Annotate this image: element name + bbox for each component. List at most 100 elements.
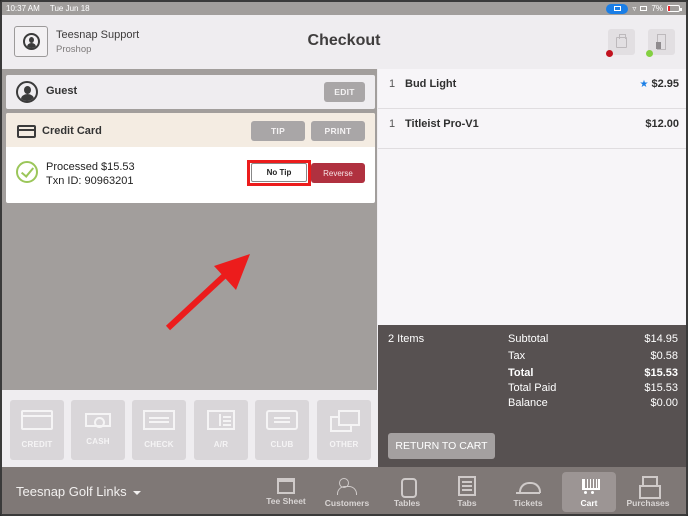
credit-card-icon [17,125,36,138]
club-ticket-icon [266,410,298,430]
status-date: Tue Jun 18 [49,4,90,13]
app-frame: 10:37 AM Tue Jun 18 ▿ 7% Teesnap Support… [0,0,688,516]
nav-tabs[interactable]: Tabs [440,472,494,512]
summary-label: Tax [508,350,526,362]
cash-drawer-icon [656,34,666,50]
wifi-icon: ▿ [632,4,637,13]
check-circle-icon [16,161,38,183]
nav-label: Tee Sheet [266,496,306,506]
tender-label: CLUB [270,440,294,449]
battery-percent: 7% [651,4,663,13]
screen-mirror-icon [640,6,648,11]
summary-row-subtotal: Subtotal $14.95 [508,333,678,345]
reverse-button[interactable]: Reverse [311,163,365,183]
star-icon: ★ [639,79,649,90]
tender-credit-button[interactable]: CREDIT [10,400,64,460]
tender-label: A/R [213,440,229,449]
nav-label: Customers [324,498,370,508]
nav-label: Cart [580,498,598,508]
nav-tickets[interactable]: Tickets [501,472,555,512]
no-tip-button[interactable]: No Tip [251,163,307,182]
order-summary: 2 Items Subtotal $14.95 Tax $0.58 Total … [378,325,686,467]
annotation-arrow-icon [165,254,250,331]
printer-status-dot [606,50,613,57]
nav-label: Tickets [513,498,543,508]
bottom-nav: Teesnap Golf Links Tee Sheet Customers T… [2,467,686,514]
drawer-status-dot [646,50,653,57]
item-name: Titleist Pro-V1 [405,118,479,130]
tender-ar-button[interactable]: A/R [194,400,248,460]
cart-icon [579,476,600,496]
summary-value: $0.00 [650,397,678,409]
tender-label: CREDIT [21,440,53,449]
tender-label: CASH [86,437,110,446]
summary-row-tax: Tax $0.58 [508,350,678,362]
guest-avatar-icon [16,81,38,103]
tender-label: CHECK [144,440,174,449]
cart-panel: 1 Bud Light ★ $2.95 1 Titleist Pro-V1 $12… [378,69,686,467]
item-price-wrap: ★ $2.95 [640,78,680,90]
items-count: 2 Items [388,333,425,345]
print-button[interactable]: PRINT [311,121,365,141]
edit-guest-button[interactable]: EDIT [324,82,365,102]
nav-tee-sheet[interactable]: Tee Sheet [259,472,313,512]
processed-amount: Processed $15.53 [46,161,135,173]
chevron-down-icon [132,490,141,495]
tender-other-button[interactable]: OTHER [317,400,371,460]
cart-line-item[interactable]: 1 Bud Light ★ $2.95 [378,69,686,109]
airplay-icon [606,3,629,14]
item-name: Bud Light [405,78,457,90]
item-price: $12.00 [645,118,679,130]
cash-icon [85,413,111,428]
guest-label: Guest [46,85,78,97]
venue-selector[interactable]: Teesnap Golf Links [16,484,141,499]
tender-label: OTHER [329,440,359,449]
nav-label: Purchases [626,498,670,508]
summary-row-total-paid: Total Paid $15.53 [508,382,678,394]
item-qty: 1 [389,78,396,90]
tables-icon [397,476,417,498]
nav-label: Tables [393,498,421,508]
customers-icon [337,476,357,496]
summary-label: Total [508,367,534,379]
transaction-id: Txn ID: 90963201 [46,175,134,187]
venue-name: Teesnap Golf Links [16,484,127,499]
header: Teesnap Support Proshop Checkout [2,15,686,69]
summary-label: Balance [508,397,548,409]
tender-cash-button[interactable]: CASH [71,400,125,460]
calendar-icon [277,478,295,494]
tender-club-button[interactable]: CLUB [255,400,309,460]
nav-tables[interactable]: Tables [380,472,434,512]
summary-row-total: Total $15.53 [508,367,678,379]
summary-label: Subtotal [508,333,549,345]
other-payment-icon [328,410,360,432]
transaction-info: Processed $15.53 Txn ID: 90963201 [46,160,135,188]
return-to-cart-button[interactable]: RETURN TO CART [388,433,495,459]
summary-label: Total Paid [508,382,557,394]
nav-customers[interactable]: Customers [320,472,374,512]
cash-register-icon [638,476,661,499]
tender-bar: CREDIT CASH CHECK A/R CLUB OTHER [2,390,377,467]
cloche-icon [516,476,541,496]
tender-check-button[interactable]: CHECK [132,400,186,460]
tip-button[interactable]: TIP [251,121,305,141]
accounts-receivable-icon [207,410,235,430]
printer-icon [616,33,627,48]
credit-card-icon [21,410,53,430]
payment-header: Credit Card TIP PRINT [6,113,375,147]
status-time: 10:37 AM [6,4,40,13]
summary-value: $0.58 [650,350,678,362]
tabs-icon [458,476,476,496]
nav-label: Tabs [457,498,477,508]
payment-method-label: Credit Card [42,125,102,137]
nav-purchases[interactable]: Purchases [621,472,675,512]
cart-line-item[interactable]: 1 Titleist Pro-V1 $12.00 [378,109,686,149]
summary-value: $15.53 [644,382,678,394]
item-price: $2.95 [651,78,679,90]
nav-cart[interactable]: Cart [562,472,616,512]
item-qty: 1 [389,118,396,130]
status-bar: 10:37 AM Tue Jun 18 ▿ 7% [2,2,686,15]
summary-row-balance: Balance $0.00 [508,397,678,409]
page-title: Checkout [307,32,381,49]
guest-card: Guest EDIT [6,75,375,109]
